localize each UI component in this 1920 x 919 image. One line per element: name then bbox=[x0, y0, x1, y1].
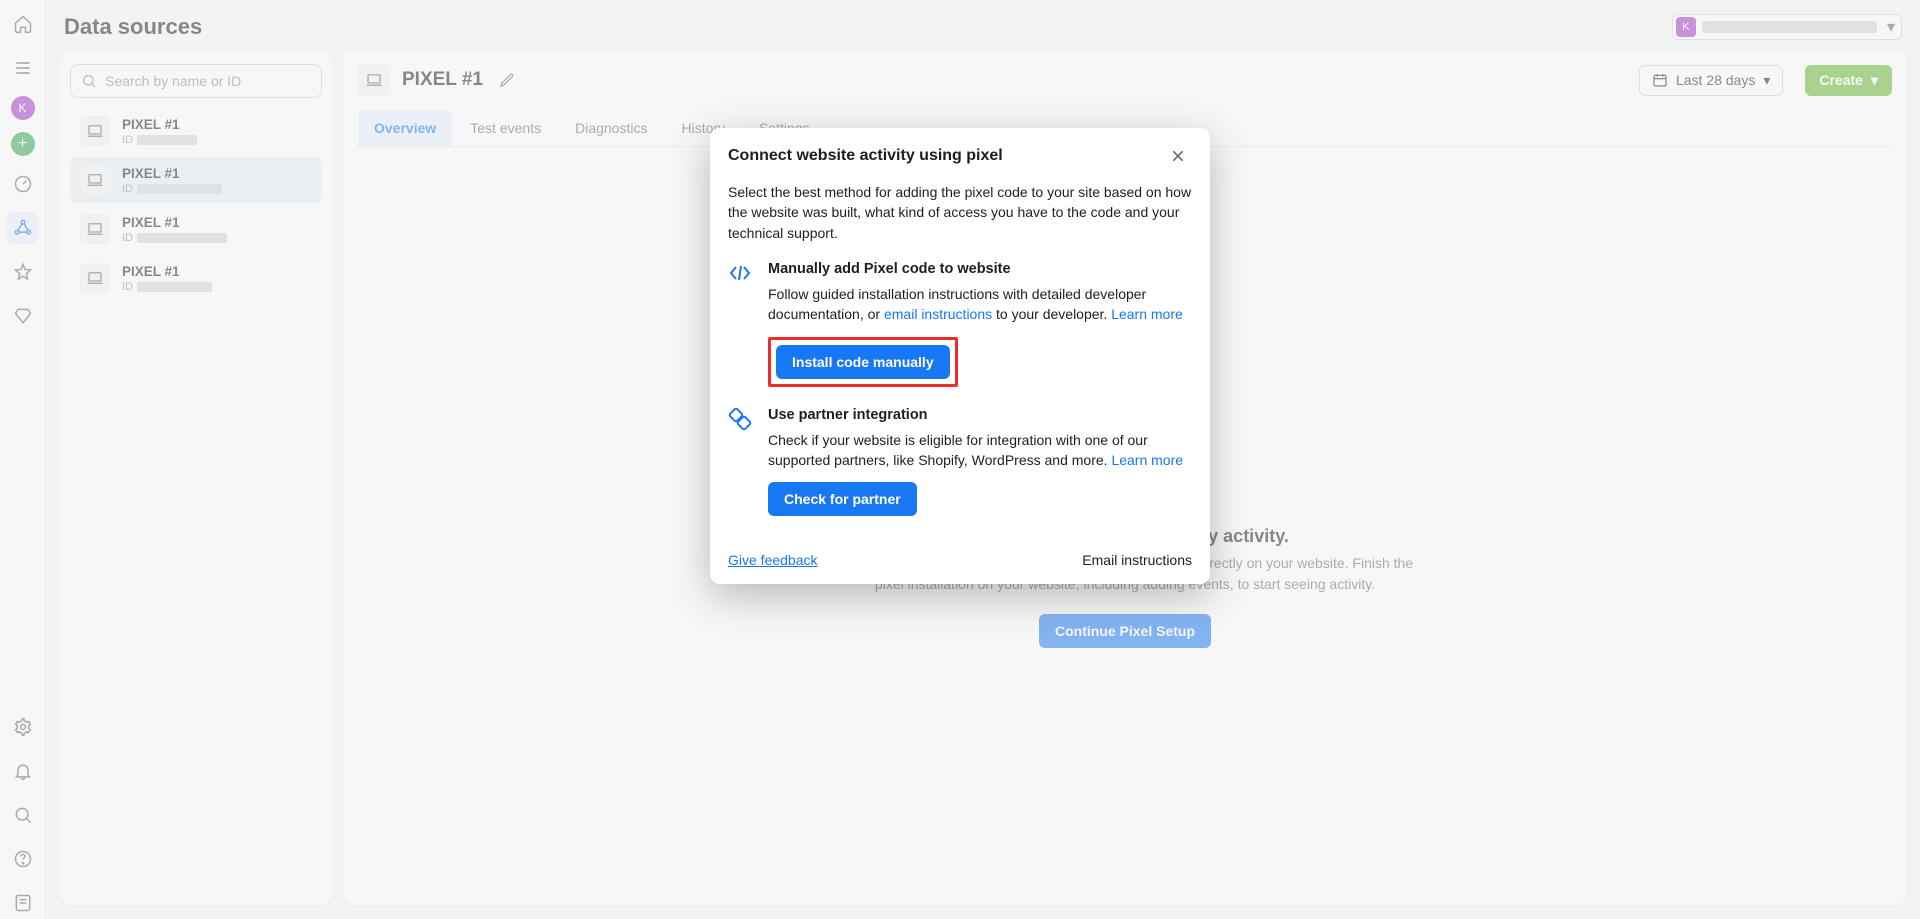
learn-more-link[interactable]: Learn more bbox=[1111, 306, 1183, 322]
option-desc: Check if your website is eligible for in… bbox=[768, 430, 1192, 471]
option-desc: Follow guided installation instructions … bbox=[768, 284, 1192, 325]
give-feedback-link[interactable]: Give feedback bbox=[728, 552, 818, 568]
modal-intro: Select the best method for adding the pi… bbox=[728, 182, 1192, 243]
modal-title: Connect website activity using pixel bbox=[728, 147, 1164, 165]
option-title: Use partner integration bbox=[768, 405, 1192, 426]
install-code-manually-button[interactable]: Install code manually bbox=[776, 345, 950, 379]
check-for-partner-button[interactable]: Check for partner bbox=[768, 482, 917, 516]
connect-pixel-modal: Connect website activity using pixel Sel… bbox=[710, 128, 1210, 584]
code-icon bbox=[728, 259, 754, 387]
close-icon[interactable] bbox=[1164, 142, 1192, 170]
highlight-box: Install code manually bbox=[768, 337, 958, 387]
option-title: Manually add Pixel code to website bbox=[768, 259, 1192, 280]
modal-backdrop[interactable]: Connect website activity using pixel Sel… bbox=[0, 0, 1920, 919]
option-partner: Use partner integration Check if your we… bbox=[728, 405, 1192, 517]
learn-more-link[interactable]: Learn more bbox=[1111, 452, 1183, 468]
partner-icon bbox=[728, 405, 754, 517]
email-instructions-text[interactable]: Email instructions bbox=[1082, 552, 1192, 568]
email-instructions-link[interactable]: email instructions bbox=[884, 306, 992, 322]
option-manual: Manually add Pixel code to website Follo… bbox=[728, 259, 1192, 387]
